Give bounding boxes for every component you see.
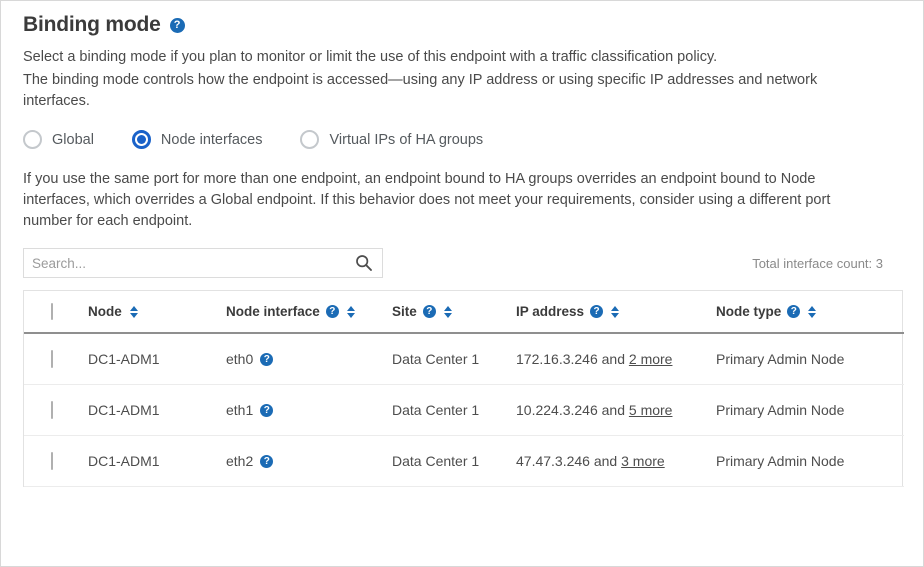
total-interface-count: Total interface count: 3 xyxy=(752,256,901,271)
radio-label-global: Global xyxy=(52,132,94,148)
row-select-cell xyxy=(24,333,88,385)
row-checkbox[interactable] xyxy=(51,401,53,419)
row-interface-help-icon[interactable]: ? xyxy=(260,404,273,417)
cell-site: Data Center 1 xyxy=(392,385,516,436)
th-ip-address: IP address ? xyxy=(516,291,716,333)
radio-circle-virtual-ips[interactable] xyxy=(300,130,319,149)
sort-icon-ip-address[interactable] xyxy=(611,305,620,319)
table-row[interactable]: DC1-ADM1 eth0 ? Data Center 1 172.16.3.2… xyxy=(24,333,904,385)
row-interface-help-icon[interactable]: ? xyxy=(260,455,273,468)
row-checkbox[interactable] xyxy=(51,350,53,368)
cell-node-type: Primary Admin Node xyxy=(716,436,904,487)
row-select-cell xyxy=(24,436,88,487)
radio-label-virtual-ips: Virtual IPs of HA groups xyxy=(329,132,483,148)
select-all-checkbox[interactable] xyxy=(51,303,53,320)
table-row[interactable]: DC1-ADM1 eth2 ? Data Center 1 47.47.3.24… xyxy=(24,436,904,487)
cell-node: DC1-ADM1 xyxy=(88,385,226,436)
th-site: Site ? xyxy=(392,291,516,333)
cell-ip-primary: 47.47.3.246 and xyxy=(516,453,621,469)
search-input[interactable] xyxy=(24,249,360,277)
radio-option-global[interactable]: Global xyxy=(23,130,94,149)
cell-ip-address: 172.16.3.246 and 2 more xyxy=(516,333,716,385)
th-node-type-label: Node type xyxy=(716,304,781,319)
description-line-2: The binding mode controls how the endpoi… xyxy=(23,70,883,112)
cell-node-interface: eth2 ? xyxy=(226,436,392,487)
th-node-type: Node type ? xyxy=(716,291,904,333)
cell-site: Data Center 1 xyxy=(392,333,516,385)
th-node-label: Node xyxy=(88,304,122,319)
th-node-interface: Node interface ? xyxy=(226,291,392,333)
table-toolbar: Total interface count: 3 xyxy=(23,248,901,278)
cell-node-interface-label: eth2 xyxy=(226,453,253,469)
sort-icon-node[interactable] xyxy=(130,305,139,319)
ip-more-link[interactable]: 5 more xyxy=(629,402,673,418)
row-select-cell xyxy=(24,385,88,436)
ip-address-help-icon[interactable]: ? xyxy=(590,305,603,318)
node-interface-help-icon[interactable]: ? xyxy=(326,305,339,318)
radio-option-node-interfaces[interactable]: Node interfaces xyxy=(132,130,263,149)
binding-mode-radio-group: Global Node interfaces Virtual IPs of HA… xyxy=(23,130,901,149)
binding-mode-panel: Binding mode ? Select a binding mode if … xyxy=(0,0,924,567)
th-select-all xyxy=(24,291,88,333)
th-site-label: Site xyxy=(392,304,417,319)
node-interfaces-table: Node Node interface ? xyxy=(23,290,903,487)
radio-option-virtual-ips[interactable]: Virtual IPs of HA groups xyxy=(300,130,483,149)
ip-more-link[interactable]: 3 more xyxy=(621,453,665,469)
sort-icon-site[interactable] xyxy=(444,305,453,319)
sort-icon-node-interface[interactable] xyxy=(347,305,356,319)
th-node-interface-label: Node interface xyxy=(226,304,320,319)
table-row[interactable]: DC1-ADM1 eth1 ? Data Center 1 10.224.3.2… xyxy=(24,385,904,436)
row-checkbox[interactable] xyxy=(51,452,53,470)
ip-more-link[interactable]: 2 more xyxy=(629,351,673,367)
site-help-icon[interactable]: ? xyxy=(423,305,436,318)
cell-node: DC1-ADM1 xyxy=(88,333,226,385)
th-ip-address-label: IP address xyxy=(516,304,584,319)
binding-mode-help-icon[interactable]: ? xyxy=(170,18,185,33)
cell-node: DC1-ADM1 xyxy=(88,436,226,487)
cell-ip-address: 47.47.3.246 and 3 more xyxy=(516,436,716,487)
cell-node-type: Primary Admin Node xyxy=(716,385,904,436)
row-interface-help-icon[interactable]: ? xyxy=(260,353,273,366)
radio-circle-node-interfaces[interactable] xyxy=(132,130,151,149)
cell-node-interface-label: eth1 xyxy=(226,402,253,418)
search-icon[interactable] xyxy=(355,254,373,272)
radio-circle-global[interactable] xyxy=(23,130,42,149)
cell-ip-address: 10.224.3.246 and 5 more xyxy=(516,385,716,436)
cell-node-interface-label: eth0 xyxy=(226,351,253,367)
cell-node-type: Primary Admin Node xyxy=(716,333,904,385)
cell-ip-primary: 10.224.3.246 and xyxy=(516,402,629,418)
search-box[interactable] xyxy=(23,248,383,278)
radio-label-node-interfaces: Node interfaces xyxy=(161,132,263,148)
cell-node-interface: eth1 ? xyxy=(226,385,392,436)
cell-ip-primary: 172.16.3.246 and xyxy=(516,351,629,367)
table-header-row: Node Node interface ? xyxy=(24,291,904,333)
th-node: Node xyxy=(88,291,226,333)
binding-mode-note: If you use the same port for more than o… xyxy=(23,169,883,232)
description-line-1: Select a binding mode if you plan to mon… xyxy=(23,47,883,68)
page-title-row: Binding mode ? xyxy=(23,13,901,37)
cell-node-interface: eth0 ? xyxy=(226,333,392,385)
sort-icon-node-type[interactable] xyxy=(808,305,817,319)
cell-site: Data Center 1 xyxy=(392,436,516,487)
node-type-help-icon[interactable]: ? xyxy=(787,305,800,318)
page-title: Binding mode xyxy=(23,13,161,37)
